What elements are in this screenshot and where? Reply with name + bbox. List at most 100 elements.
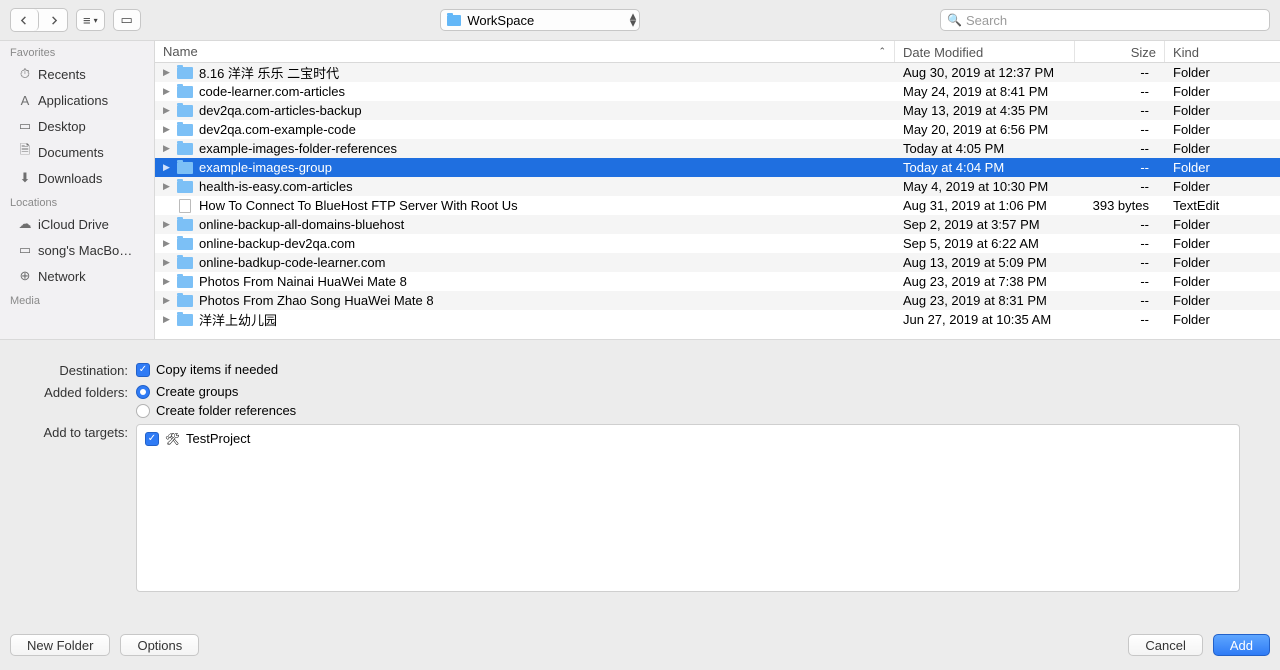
- file-date: May 24, 2019 at 8:41 PM: [895, 84, 1075, 99]
- targets-list[interactable]: ✓ 🛠 TestProject: [136, 424, 1240, 592]
- disclosure-triangle-icon[interactable]: ▶: [163, 314, 173, 325]
- folder-icon: [177, 162, 193, 174]
- sidebar-item[interactable]: ⊕Network: [0, 263, 154, 289]
- folder-icon: [177, 124, 193, 136]
- file-row[interactable]: ▶ Photos From Zhao Song HuaWei Mate 8 Aug …: [155, 291, 1280, 310]
- disclosure-triangle-icon[interactable]: ▶: [163, 143, 173, 154]
- disclosure-triangle-icon[interactable]: ▶: [163, 67, 173, 78]
- column-date[interactable]: Date Modified: [895, 41, 1075, 62]
- forward-button[interactable]: [39, 9, 67, 31]
- disclosure-triangle-icon[interactable]: ▶: [163, 124, 173, 135]
- file-date: Today at 4:05 PM: [895, 141, 1075, 156]
- target-name: TestProject: [186, 431, 250, 446]
- view-mode-button[interactable]: ≡ ▾: [76, 9, 105, 31]
- sidebar-item[interactable]: AApplications: [0, 87, 154, 113]
- xcode-app-icon: 🛠: [165, 431, 180, 446]
- file-kind: Folder: [1165, 179, 1280, 194]
- file-row[interactable]: ▶洋洋上幼儿园Jun 27, 2019 at 10:35 AM--Folder: [155, 310, 1280, 329]
- file-row[interactable]: ▶8.16 洋洋 乐乐 二宝时代Aug 30, 2019 at 12:37 PM…: [155, 63, 1280, 82]
- sidebar-item[interactable]: ▭Desktop: [0, 113, 154, 139]
- main-area: Favorites⏱RecentsAApplications▭Desktop🗎D…: [0, 40, 1280, 340]
- cancel-button[interactable]: Cancel: [1128, 634, 1202, 656]
- disclosure-triangle-icon[interactable]: ▶: [163, 181, 173, 192]
- folder-icon: [177, 143, 193, 155]
- create-groups-radio[interactable]: Create groups: [136, 384, 296, 399]
- disclosure-triangle-icon[interactable]: ▶: [163, 257, 173, 268]
- sidebar-icon: ⊕: [16, 268, 34, 284]
- sidebar-item[interactable]: ⬇Downloads: [0, 165, 154, 191]
- sidebar-item[interactable]: 🗎Documents: [0, 139, 154, 165]
- file-name: Photos From Nainai HuaWei Mate 8: [199, 274, 407, 289]
- added-folders-label: Added folders:: [20, 384, 136, 400]
- sidebar-icon: ⏱: [16, 66, 34, 82]
- file-kind: Folder: [1165, 236, 1280, 251]
- file-date: Today at 4:04 PM: [895, 160, 1075, 175]
- disclosure-triangle-icon[interactable]: ▶: [163, 162, 173, 173]
- file-kind: Folder: [1165, 65, 1280, 80]
- sidebar-item[interactable]: ⏱Recents: [0, 61, 154, 87]
- file-kind: Folder: [1165, 160, 1280, 175]
- file-row[interactable]: ▶example-images-folder-referencesToday a…: [155, 139, 1280, 158]
- sidebar-icon: ⬇: [16, 170, 34, 186]
- file-kind: Folder: [1165, 274, 1280, 289]
- sidebar-icon: ☁: [16, 216, 34, 232]
- folder-icon: [177, 314, 193, 326]
- file-kind: Folder: [1165, 122, 1280, 137]
- sort-asc-icon: ⌃: [878, 46, 886, 57]
- file-row[interactable]: How To Connect To BlueHost FTP Server Wi…: [155, 196, 1280, 215]
- file-row[interactable]: ▶online-backup-dev2qa.comSep 5, 2019 at …: [155, 234, 1280, 253]
- new-folder-button[interactable]: New Folder: [10, 634, 110, 656]
- disclosure-triangle-icon[interactable]: ▶: [163, 86, 173, 97]
- add-button[interactable]: Add: [1213, 634, 1270, 656]
- location-popup[interactable]: WorkSpace ▴▾: [440, 9, 640, 31]
- sidebar-item[interactable]: ▭song's MacBo…: [0, 237, 154, 263]
- document-icon: [179, 199, 191, 213]
- column-size[interactable]: Size: [1075, 41, 1165, 62]
- file-size: --: [1075, 274, 1165, 289]
- file-date: Aug 23, 2019 at 8:31 PM: [895, 293, 1075, 308]
- file-name: code-learner.com-articles: [199, 84, 345, 99]
- disclosure-triangle-icon[interactable]: ▶: [163, 219, 173, 230]
- disclosure-triangle-icon[interactable]: ▶: [163, 295, 173, 306]
- group-button[interactable]: ▭: [113, 9, 141, 31]
- file-row[interactable]: ▶Photos From Nainai HuaWei Mate 8Aug 23,…: [155, 272, 1280, 291]
- file-date: Aug 31, 2019 at 1:06 PM: [895, 198, 1075, 213]
- file-row[interactable]: ▶dev2qa.com-example-codeMay 20, 2019 at …: [155, 120, 1280, 139]
- sidebar-icon: ▭: [16, 118, 34, 134]
- disclosure-triangle-icon[interactable]: ▶: [163, 105, 173, 116]
- file-size: --: [1075, 217, 1165, 232]
- copy-items-checkbox[interactable]: ✓ Copy items if needed: [136, 362, 278, 377]
- column-kind[interactable]: Kind: [1165, 41, 1280, 62]
- disclosure-triangle-icon[interactable]: ▶: [163, 238, 173, 249]
- file-row[interactable]: ▶health-is-easy.com-articlesMay 4, 2019 …: [155, 177, 1280, 196]
- file-row[interactable]: ▶online-badkup-code-learner.comAug 13, 2…: [155, 253, 1280, 272]
- disclosure-triangle-icon[interactable]: ▶: [163, 276, 173, 287]
- file-name: 8.16 洋洋 乐乐 二宝时代: [199, 63, 339, 82]
- file-row[interactable]: ▶ code-learner.com-articles May 24, 2019 a…: [155, 82, 1280, 101]
- file-row[interactable]: ▶online-backup-all-domains-bluehostSep 2…: [155, 215, 1280, 234]
- file-kind: Folder: [1165, 255, 1280, 270]
- folder-icon: ▭: [120, 12, 132, 28]
- search-input[interactable]: 🔍 Search: [940, 9, 1270, 31]
- options-button[interactable]: Options: [120, 634, 199, 656]
- file-name: online-badkup-code-learner.com: [199, 255, 385, 270]
- file-row[interactable]: ▶example-images-groupToday at 4:04 PM--F…: [155, 158, 1280, 177]
- file-name: online-backup-dev2qa.com: [199, 236, 355, 251]
- sidebar-item-label: iCloud Drive: [38, 217, 109, 232]
- footer: New Folder Options Cancel Add: [0, 620, 1280, 670]
- file-kind: Folder: [1165, 312, 1280, 327]
- create-folder-refs-radio[interactable]: Create folder references: [136, 403, 296, 418]
- checkbox-checked-icon[interactable]: ✓: [145, 432, 159, 446]
- checkbox-checked-icon: ✓: [136, 363, 150, 377]
- nav-back-forward: [10, 8, 68, 32]
- back-button[interactable]: [11, 9, 39, 31]
- sidebar-icon: ▭: [16, 242, 34, 258]
- file-date: May 13, 2019 at 4:35 PM: [895, 103, 1075, 118]
- file-row[interactable]: ▶dev2qa.com-articles-backupMay 13, 2019 …: [155, 101, 1280, 120]
- sidebar-item[interactable]: ☁ iCloud Drive: [0, 211, 154, 237]
- target-row[interactable]: ✓ 🛠 TestProject: [145, 431, 1231, 446]
- column-name[interactable]: Name⌃: [155, 41, 895, 62]
- destination-label: Destination:: [20, 362, 136, 378]
- file-name: Photos From Zhao Song HuaWei Mate 8: [199, 293, 434, 308]
- location-label: WorkSpace: [467, 13, 534, 28]
